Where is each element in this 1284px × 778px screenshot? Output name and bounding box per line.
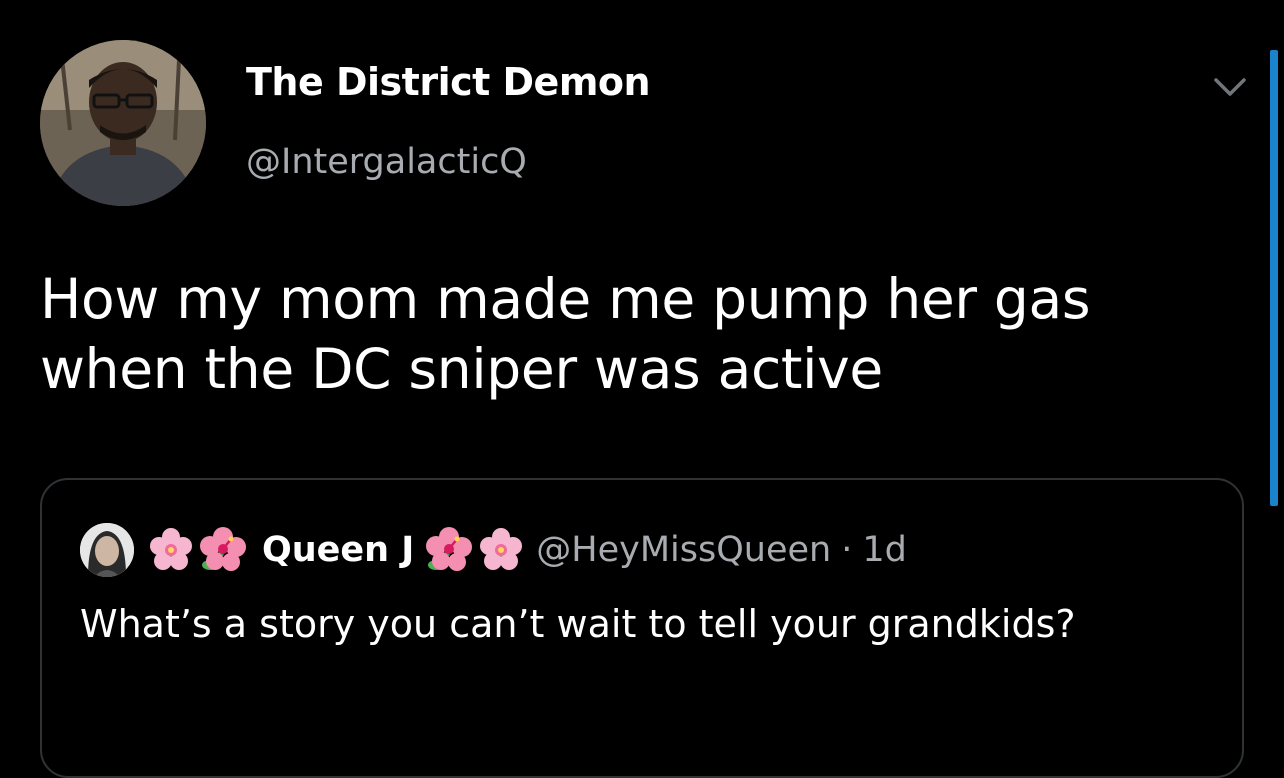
quoted-tweet-timestamp[interactable]: 1d [862, 530, 907, 570]
author-avatar[interactable] [40, 40, 206, 206]
author-handle[interactable]: @IntergalacticQ [246, 142, 527, 182]
tweet-text: How my mom made me pump her gas when the… [40, 267, 1091, 401]
quoted-tweet-text: What’s a story you can’t wait to tell yo… [80, 602, 1076, 646]
hibiscus-icon [426, 527, 473, 573]
quoted-tweet-header: Queen J @HeyMissQueen · 1d [80, 520, 907, 580]
avatar-image [40, 40, 206, 206]
cherry-blossom-icon [478, 527, 524, 573]
quoted-author-avatar[interactable] [80, 523, 134, 577]
scrollbar[interactable] [1270, 50, 1278, 506]
quoted-author-display-name[interactable]: Queen J [262, 530, 414, 570]
cherry-blossom-icon [148, 527, 194, 573]
quoted-tweet-card[interactable]: Queen J @HeyMissQueen · 1d What’s a stor… [40, 478, 1244, 778]
separator-dot: · [841, 530, 853, 570]
hibiscus-icon [200, 527, 246, 573]
quoted-author-handle[interactable]: @HeyMissQueen [536, 530, 831, 570]
author-display-name[interactable]: The District Demon [246, 60, 651, 104]
chevron-down-icon[interactable] [1208, 70, 1252, 106]
